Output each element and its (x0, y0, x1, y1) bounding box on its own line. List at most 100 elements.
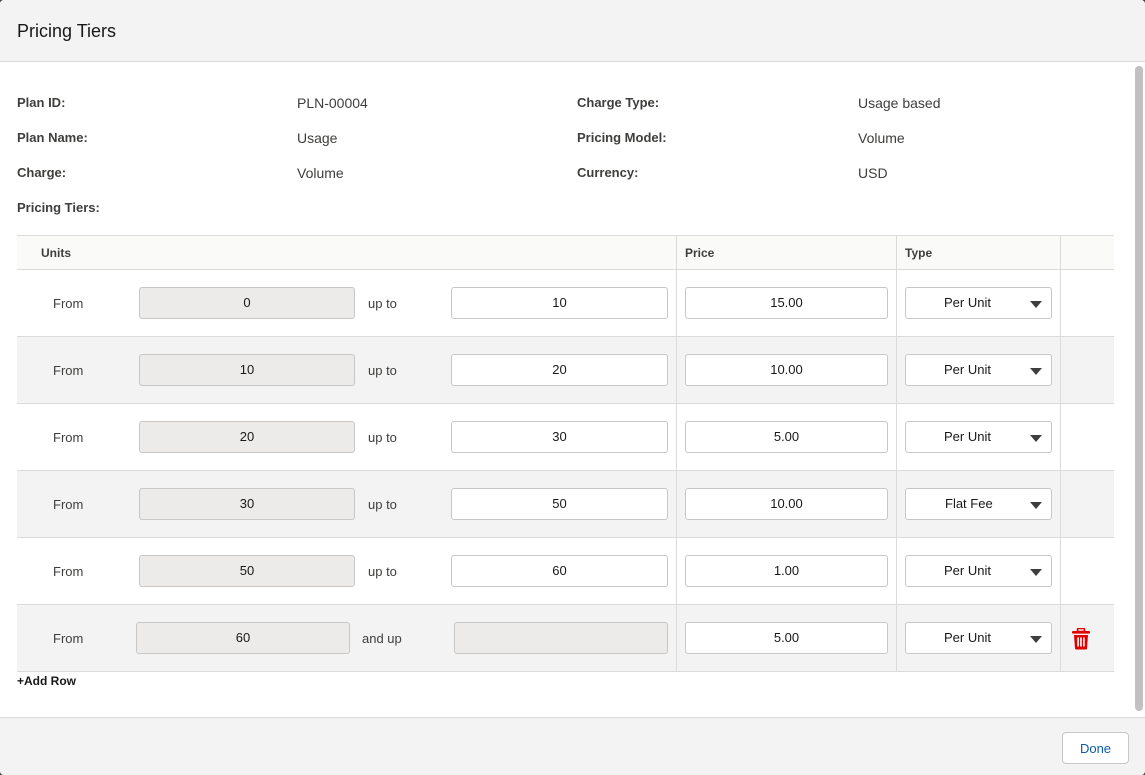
from-label: From (53, 296, 84, 311)
to-value-input-disabled (454, 622, 668, 654)
plan-id-value: PLN-00004 (297, 95, 368, 111)
table-row: From 20 up to 30 5.00 Per Unit (17, 404, 1114, 471)
column-divider (676, 404, 677, 470)
info-row: Charge: Volume Currency: USD (17, 165, 1117, 200)
from-value-field: 30 (139, 488, 355, 520)
type-select-value: Per Unit (944, 429, 991, 444)
from-label: From (53, 564, 84, 579)
column-divider (676, 538, 677, 604)
info-row: Plan ID: PLN-00004 Charge Type: Usage ba… (17, 95, 1117, 130)
type-select[interactable]: Per Unit (905, 421, 1052, 453)
and-up-label: and up (362, 631, 402, 646)
to-value-input[interactable]: 30 (451, 421, 668, 453)
from-value-field: 20 (139, 421, 355, 453)
pricing-model-value: Volume (858, 130, 905, 146)
to-value-input[interactable]: 50 (451, 488, 668, 520)
price-input[interactable]: 5.00 (685, 421, 888, 453)
up-to-label: up to (368, 363, 397, 378)
charge-value: Volume (297, 165, 344, 181)
modal-footer: Done (0, 717, 1145, 775)
dropdown-arrow-icon (1030, 301, 1042, 308)
dropdown-arrow-icon (1030, 636, 1042, 643)
column-divider (896, 236, 897, 269)
dropdown-arrow-icon (1030, 368, 1042, 375)
column-divider (896, 337, 897, 403)
column-divider (1060, 404, 1061, 470)
column-divider (896, 270, 897, 336)
column-divider (896, 605, 897, 671)
price-input[interactable]: 10.00 (685, 354, 888, 386)
from-label: From (53, 631, 84, 646)
to-value-input[interactable]: 20 (451, 354, 668, 386)
column-divider (676, 605, 677, 671)
column-divider (1060, 471, 1061, 537)
pricing-tiers-modal: Pricing Tiers Plan ID: PLN-00004 Charge … (0, 0, 1145, 775)
up-to-label: up to (368, 497, 397, 512)
units-header: Units (41, 246, 71, 260)
type-select[interactable]: Per Unit (905, 555, 1052, 587)
type-select-value: Per Unit (944, 295, 991, 310)
type-header: Type (905, 246, 933, 260)
up-to-label: up to (368, 564, 397, 579)
table-row: From 0 up to 10 15.00 Per Unit (17, 270, 1114, 337)
table-header: Units Price Type (17, 236, 1114, 270)
column-divider (1060, 538, 1061, 604)
type-select-value: Per Unit (944, 630, 991, 645)
dropdown-arrow-icon (1030, 435, 1042, 442)
pricing-tiers-table: Units Price Type From 0 up to 10 15.00 P… (17, 235, 1114, 672)
column-divider (676, 337, 677, 403)
pricing-tiers-label: Pricing Tiers: (17, 200, 100, 215)
from-label: From (53, 497, 84, 512)
column-divider (676, 236, 677, 269)
price-input[interactable]: 10.00 (685, 488, 888, 520)
price-input[interactable]: 1.00 (685, 555, 888, 587)
up-to-label: up to (368, 296, 397, 311)
price-input[interactable]: 5.00 (685, 622, 888, 654)
column-divider (676, 270, 677, 336)
to-value-input[interactable]: 60 (451, 555, 668, 587)
column-divider (896, 538, 897, 604)
column-divider (896, 471, 897, 537)
up-to-label: up to (368, 430, 397, 445)
info-row: Plan Name: Usage Pricing Model: Volume (17, 130, 1117, 165)
type-select-value: Flat Fee (945, 496, 993, 511)
currency-label: Currency: (577, 165, 639, 180)
from-value-field: 60 (136, 622, 350, 654)
column-divider (1060, 236, 1061, 269)
table-row: From 30 up to 50 10.00 Flat Fee (17, 471, 1114, 538)
pricing-model-label: Pricing Model: (577, 130, 667, 145)
table-row: From 10 up to 20 10.00 Per Unit (17, 337, 1114, 404)
modal-title: Pricing Tiers (17, 20, 117, 41)
price-input[interactable]: 15.00 (685, 287, 888, 319)
type-select[interactable]: Flat Fee (905, 488, 1052, 520)
type-select[interactable]: Per Unit (905, 354, 1052, 386)
dropdown-arrow-icon (1030, 502, 1042, 509)
column-divider (1060, 337, 1061, 403)
from-value-field: 50 (139, 555, 355, 587)
type-select[interactable]: Per Unit (905, 287, 1052, 319)
delete-row-trash-icon[interactable] (1071, 628, 1091, 650)
from-label: From (53, 430, 84, 445)
currency-value: USD (858, 165, 888, 181)
add-row-link[interactable]: +Add Row (17, 674, 76, 688)
column-divider (1060, 270, 1061, 336)
charge-label: Charge: (17, 165, 67, 180)
modal-body: Plan ID: PLN-00004 Charge Type: Usage ba… (0, 62, 1145, 717)
type-select-value: Per Unit (944, 563, 991, 578)
modal-header: Pricing Tiers (0, 0, 1145, 62)
table-row: From 50 up to 60 1.00 Per Unit (17, 538, 1114, 605)
from-value-field: 10 (139, 354, 355, 386)
column-divider (896, 404, 897, 470)
type-select[interactable]: Per Unit (905, 622, 1052, 654)
type-select-value: Per Unit (944, 362, 991, 377)
to-value-input[interactable]: 10 (451, 287, 668, 319)
from-value-field: 0 (139, 287, 355, 319)
plan-info: Plan ID: PLN-00004 Charge Type: Usage ba… (17, 95, 1117, 235)
table-row: From 60 and up 5.00 Per Unit (17, 605, 1114, 672)
from-label: From (53, 363, 84, 378)
done-button[interactable]: Done (1062, 732, 1129, 764)
price-header: Price (685, 246, 715, 260)
dropdown-arrow-icon (1030, 569, 1042, 576)
column-divider (676, 471, 677, 537)
scrollbar[interactable] (1135, 66, 1143, 711)
